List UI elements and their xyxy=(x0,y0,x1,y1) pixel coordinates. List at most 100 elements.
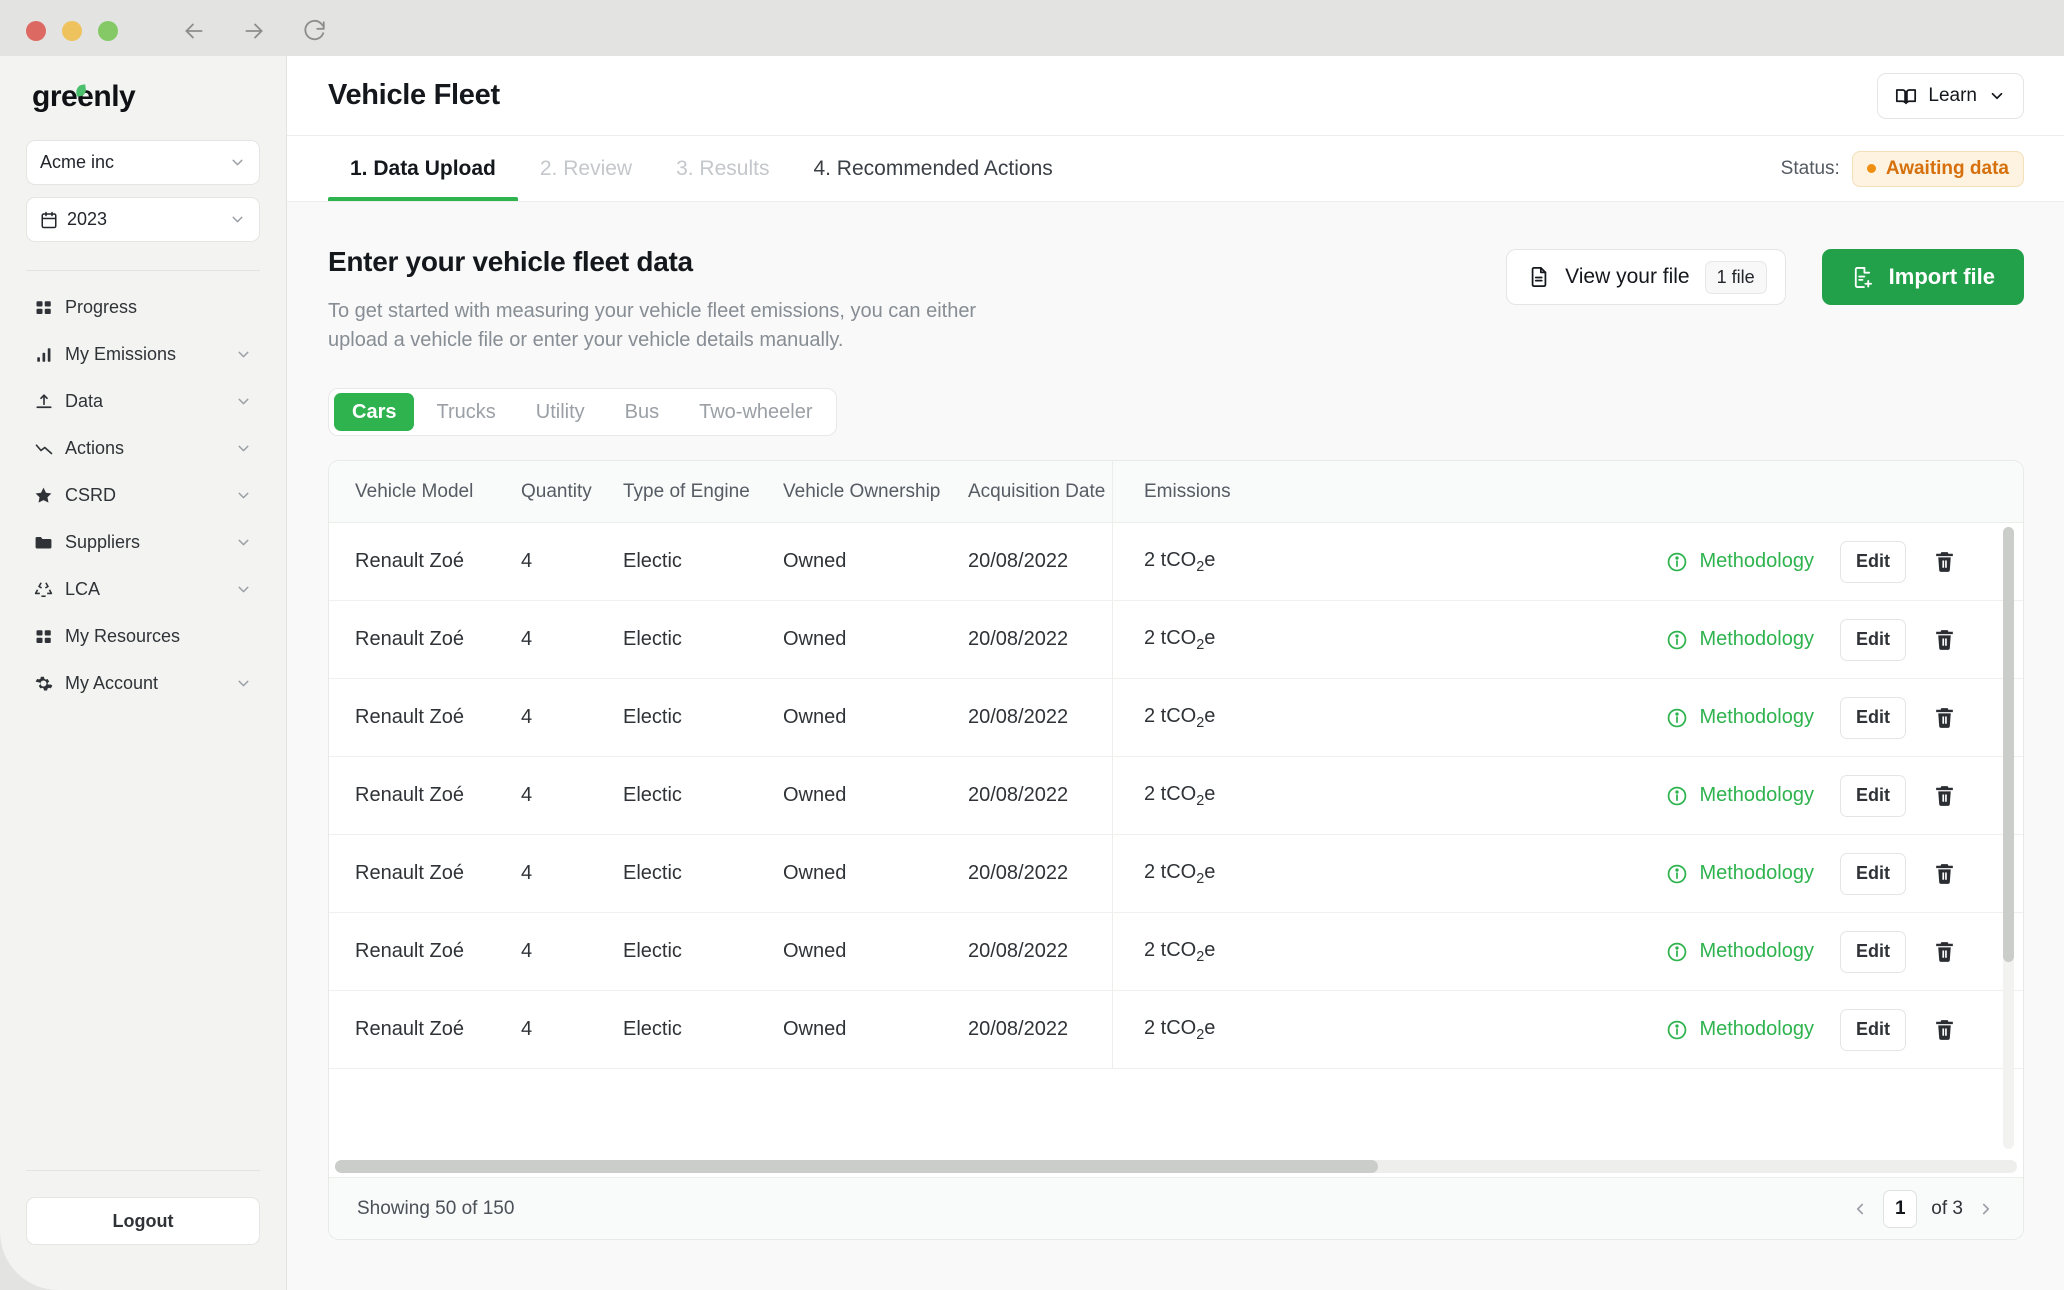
filter-pill-utility[interactable]: Utility xyxy=(518,393,603,431)
edit-button[interactable]: Edit xyxy=(1840,1008,1906,1051)
sidebar-item-progress[interactable]: Progress xyxy=(26,285,260,330)
sidebar-item-my-account[interactable]: My Account xyxy=(26,661,260,706)
cell-emissions: 2 tCO2e xyxy=(1144,626,1216,653)
star-icon xyxy=(34,486,53,505)
sidebar-item-label: Actions xyxy=(65,438,125,458)
view-your-file-button[interactable]: View your file 1 file xyxy=(1506,249,1786,305)
logout-button[interactable]: Logout xyxy=(26,1197,260,1245)
forward-arrow-icon[interactable] xyxy=(240,17,268,45)
minimize-window-button[interactable] xyxy=(62,21,82,41)
row-actions: Methodology Edit xyxy=(1666,696,2023,739)
trash-icon[interactable] xyxy=(1932,1017,1957,1042)
cell-quantity: 4 xyxy=(521,862,533,885)
trash-icon[interactable] xyxy=(1932,783,1957,808)
main-area: Vehicle Fleet Learn 1. Data Upload 2. Re… xyxy=(287,56,2064,1290)
sidebar-divider xyxy=(26,270,260,271)
edit-button[interactable]: Edit xyxy=(1840,930,1906,973)
row-actions: Methodology Edit xyxy=(1666,852,2023,895)
row-actions: Methodology Edit xyxy=(1666,1008,2023,1051)
horizontal-scrollbar-thumb[interactable] xyxy=(335,1159,1378,1173)
methodology-link[interactable]: Methodology xyxy=(1666,628,1814,651)
filter-pill-two-wheeler[interactable]: Two-wheeler xyxy=(681,393,830,431)
sidebar-item-lca[interactable]: LCA xyxy=(26,567,260,612)
chevron-down-icon xyxy=(235,675,252,692)
trend-down-icon xyxy=(34,439,53,458)
next-page-icon[interactable] xyxy=(1977,1200,1995,1218)
trash-icon[interactable] xyxy=(1932,627,1957,652)
column-header-acquisition-date: Acquisition Date xyxy=(968,480,1106,502)
methodology-link[interactable]: Methodology xyxy=(1666,940,1814,963)
current-page-number[interactable]: 1 xyxy=(1883,1189,1918,1228)
edit-button[interactable]: Edit xyxy=(1840,774,1906,817)
table-vertical-scrollbar[interactable] xyxy=(2003,527,2014,1149)
status-badge: Awaiting data xyxy=(1851,150,2024,187)
cell-type-of-engine: Electic xyxy=(623,940,682,963)
sidebar-item-my-resources[interactable]: My Resources xyxy=(26,614,260,659)
learn-button[interactable]: Learn xyxy=(1877,72,2024,119)
trash-icon[interactable] xyxy=(1932,861,1957,886)
chevron-down-icon xyxy=(235,393,252,410)
table-horizontal-scrollbar[interactable] xyxy=(335,1159,2017,1173)
methodology-link[interactable]: Methodology xyxy=(1666,1018,1814,1041)
filter-pill-trucks[interactable]: Trucks xyxy=(418,393,513,431)
back-arrow-icon[interactable] xyxy=(180,17,208,45)
info-icon xyxy=(1666,863,1688,885)
maximize-window-button[interactable] xyxy=(98,21,118,41)
column-separator xyxy=(1112,461,1113,523)
reload-icon[interactable] xyxy=(300,17,328,45)
cell-vehicle-model: Renault Zoé xyxy=(355,862,464,885)
import-file-button[interactable]: Import file xyxy=(1821,249,2024,305)
chevron-down-icon xyxy=(229,154,246,171)
sidebar-item-label: Progress xyxy=(65,297,138,317)
year-select-value: 2023 xyxy=(67,209,108,229)
edit-button[interactable]: Edit xyxy=(1840,540,1906,583)
info-icon xyxy=(1666,707,1688,729)
sidebar-item-actions[interactable]: Actions xyxy=(26,426,260,471)
sidebar-item-data[interactable]: Data xyxy=(26,379,260,424)
browser-navigation xyxy=(180,17,328,45)
chevron-down-icon xyxy=(235,581,252,598)
column-separator xyxy=(1112,601,1113,679)
book-icon xyxy=(1895,85,1917,107)
edit-button[interactable]: Edit xyxy=(1840,852,1906,895)
trash-icon[interactable] xyxy=(1932,705,1957,730)
section-description: To get started with measuring your vehic… xyxy=(328,300,977,351)
edit-button[interactable]: Edit xyxy=(1840,696,1906,739)
table-row: Renault Zoé 4 Electic Owned 20/08/2022 2 tCO2… xyxy=(329,757,2023,836)
methodology-link[interactable]: Methodology xyxy=(1666,706,1814,729)
previous-page-icon[interactable] xyxy=(1851,1200,1869,1218)
table-body-scroll-area[interactable]: Renault Zoé 4 Electic Owned 20/08/2022 2 tCO2… xyxy=(329,523,2023,1155)
filter-pill-cars[interactable]: Cars xyxy=(334,393,415,432)
methodology-link[interactable]: Methodology xyxy=(1666,550,1814,573)
sidebar-item-my-emissions[interactable]: My Emissions xyxy=(26,332,260,377)
filter-pill-bus[interactable]: Bus xyxy=(607,393,677,431)
sidebar: greenly Acme inc 2023 Progress My Emissi… xyxy=(0,56,287,1290)
greenly-logo[interactable]: greenly xyxy=(32,80,260,114)
vertical-scrollbar-thumb[interactable] xyxy=(2003,527,2014,963)
tab-review[interactable]: 2. Review xyxy=(518,136,654,201)
edit-button[interactable]: Edit xyxy=(1840,618,1906,661)
tab-results[interactable]: 3. Results xyxy=(654,136,791,201)
trash-icon[interactable] xyxy=(1932,549,1957,574)
sidebar-item-suppliers[interactable]: Suppliers xyxy=(26,520,260,565)
trash-icon[interactable] xyxy=(1932,939,1957,964)
cell-emissions: 2 tCO2e xyxy=(1144,860,1216,887)
methodology-link[interactable]: Methodology xyxy=(1666,784,1814,807)
status-dot-icon xyxy=(1866,164,1876,173)
sidebar-nav: Progress My Emissions Data Actions CSRD … xyxy=(26,285,260,706)
table-horizontal-scrollbar-row xyxy=(329,1155,2023,1177)
sidebar-item-csrd[interactable]: CSRD xyxy=(26,473,260,518)
tab-data-upload[interactable]: 1. Data Upload xyxy=(328,136,518,201)
tab-recommended-actions[interactable]: 4. Recommended Actions xyxy=(791,136,1074,201)
status-badge-label: Awaiting data xyxy=(1885,157,2009,179)
close-window-button[interactable] xyxy=(26,21,46,41)
info-icon xyxy=(1666,785,1688,807)
methodology-link[interactable]: Methodology xyxy=(1666,862,1814,885)
column-header-quantity: Quantity xyxy=(521,480,592,502)
window-controls xyxy=(26,21,118,41)
year-select[interactable]: 2023 xyxy=(26,197,260,242)
cell-acquisition-date: 20/08/2022 xyxy=(968,862,1069,885)
cell-acquisition-date: 20/08/2022 xyxy=(968,550,1069,573)
company-select[interactable]: Acme inc xyxy=(26,140,260,185)
cell-type-of-engine: Electic xyxy=(623,784,682,807)
